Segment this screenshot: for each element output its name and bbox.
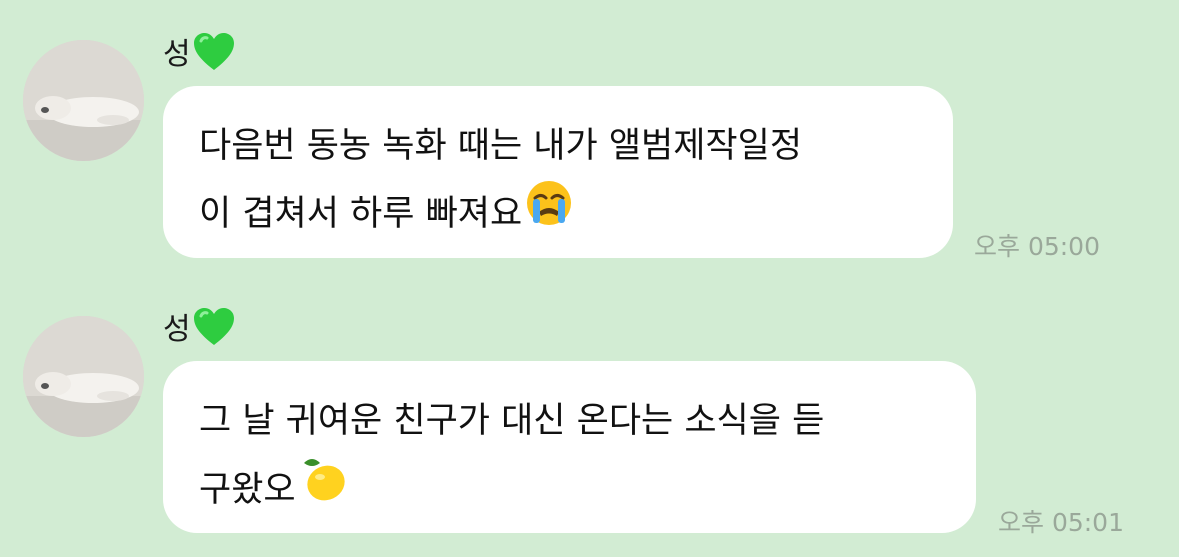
message-line: 다음번 동농 녹화 때는 내가 앨범제작일정 bbox=[199, 126, 803, 166]
sender-name: 성 bbox=[163, 32, 235, 78]
message-line-with-emoji: 이 겹쳐서 하루 빠져요 bbox=[199, 178, 917, 249]
green-heart-icon bbox=[193, 307, 235, 353]
avatar[interactable] bbox=[23, 40, 144, 161]
message-timestamp: 오후 05:01 bbox=[998, 508, 1124, 537]
message-bubble[interactable]: 그 날 귀여운 친구가 대신 온다는 소식을 듣 구왔오 bbox=[163, 361, 976, 533]
sender-name-text: 성 bbox=[163, 37, 191, 72]
sender-name-text: 성 bbox=[163, 312, 191, 347]
message-line-text: 구왔오 bbox=[199, 469, 296, 510]
message-line-text: 이 겹쳐서 하루 빠져요 bbox=[199, 193, 523, 234]
green-heart-icon bbox=[193, 32, 235, 78]
message-line: 그 날 귀여운 친구가 대신 온다는 소식을 듣 bbox=[199, 401, 825, 441]
loudly-crying-face-emoji bbox=[524, 178, 574, 249]
dog-photo bbox=[23, 40, 144, 161]
lemon-emoji bbox=[298, 453, 350, 526]
sender-name: 성 bbox=[163, 307, 235, 353]
message-line-with-emoji: 구왔오 bbox=[199, 453, 940, 526]
message-bubble[interactable]: 다음번 동농 녹화 때는 내가 앨범제작일정 이 겹쳐서 하루 빠져요 bbox=[163, 86, 953, 258]
dog-photo bbox=[23, 316, 144, 437]
message-timestamp: 오후 05:00 bbox=[974, 232, 1100, 261]
avatar[interactable] bbox=[23, 316, 144, 437]
